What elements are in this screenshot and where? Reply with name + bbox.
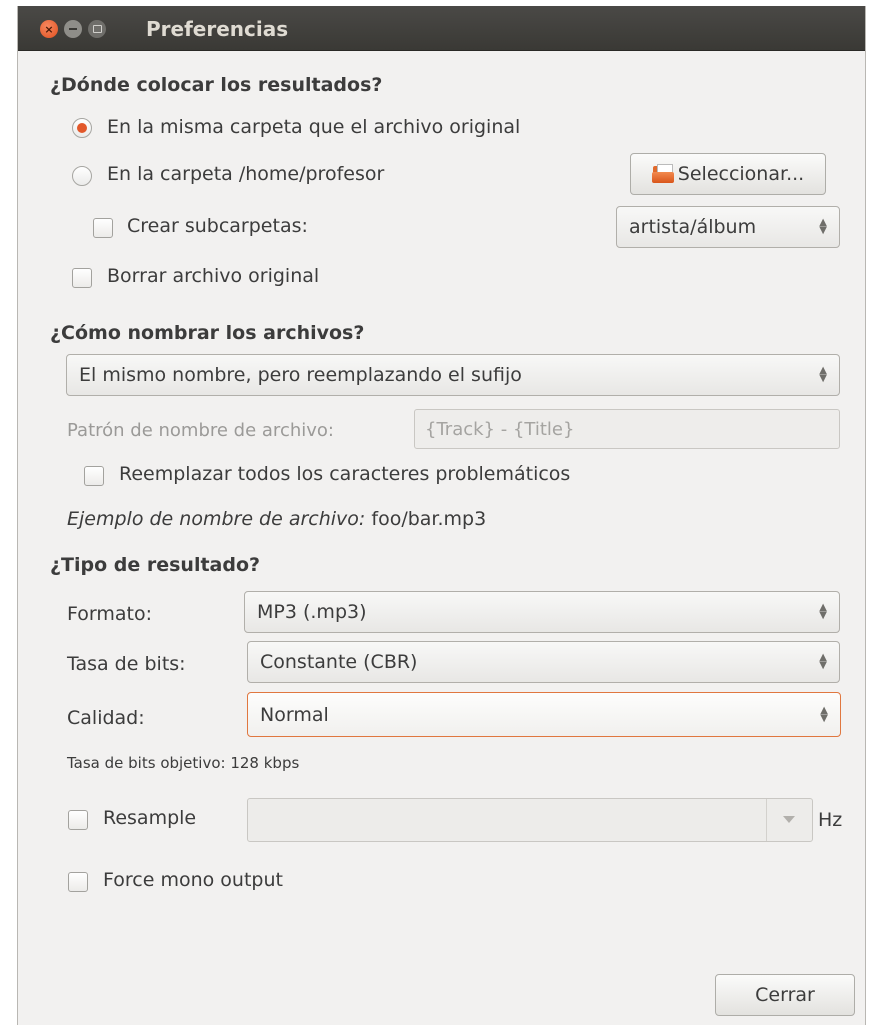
spin-arrows-icon: ▲ ▼ <box>819 365 827 384</box>
maximize-window-button[interactable] <box>88 20 106 38</box>
select-folder-label: Seleccionar... <box>677 163 805 185</box>
radio-same-folder-label[interactable]: En la misma carpeta que el archivo origi… <box>107 116 520 138</box>
subfolder-pattern-value: artista/álbum <box>629 216 757 238</box>
naming-method-select[interactable]: El mismo nombre, pero reemplazando el su… <box>66 354 840 396</box>
replace-chars-checkbox[interactable] <box>84 466 104 486</box>
spin-arrows-icon: ▲ ▼ <box>819 217 827 236</box>
spin-arrows-icon: ▲ ▼ <box>820 704 828 724</box>
force-mono-checkbox[interactable] <box>68 872 88 892</box>
quality-select[interactable]: Normal ▲ ▼ <box>247 692 841 737</box>
naming-method-value: El mismo nombre, pero reemplazando el su… <box>79 364 522 386</box>
dropdown-arrow-icon[interactable] <box>783 816 795 823</box>
radio-custom-folder-label[interactable]: En la carpeta /home/profesor <box>107 163 384 185</box>
format-label: Formato: <box>67 603 152 625</box>
example-label: Ejemplo de nombre de archivo: <box>67 508 366 530</box>
format-select[interactable]: MP3 (.mp3) ▲ ▼ <box>244 591 840 633</box>
radio-same-folder[interactable] <box>72 118 92 138</box>
force-mono-label[interactable]: Force mono output <box>103 869 283 891</box>
close-icon: × <box>44 22 54 36</box>
subfolder-pattern-select[interactable]: artista/álbum ▲ ▼ <box>616 206 840 248</box>
create-subfolders-checkbox[interactable] <box>93 218 113 238</box>
close-button[interactable]: Cerrar <box>715 974 855 1016</box>
hz-unit-label: Hz <box>818 809 843 831</box>
quality-value: Normal <box>260 703 329 726</box>
quality-label: Calidad: <box>67 707 145 729</box>
maximize-icon <box>92 25 102 33</box>
delete-original-label[interactable]: Borrar archivo original <box>107 265 319 287</box>
example-filename: Ejemplo de nombre de archivo: foo/bar.mp… <box>67 508 486 530</box>
bitrate-label: Tasa de bits: <box>67 653 186 675</box>
resample-checkbox[interactable] <box>68 810 88 830</box>
spin-arrows-icon: ▲ ▼ <box>819 652 827 671</box>
delete-original-checkbox[interactable] <box>72 268 92 288</box>
resample-rate-combo[interactable] <box>247 798 813 842</box>
close-window-button[interactable]: × <box>40 20 58 38</box>
preferences-window: × Preferencias ¿Dónde colocar los result… <box>17 6 866 1025</box>
folder-icon <box>651 164 676 184</box>
title-bar: × Preferencias <box>18 6 865 51</box>
example-value: foo/bar.mp3 <box>371 508 487 530</box>
replace-chars-label[interactable]: Reemplazar todos los caracteres problemá… <box>119 463 570 485</box>
spin-arrows-icon: ▲ ▼ <box>819 602 827 621</box>
minimize-icon <box>69 28 77 30</box>
radio-custom-folder[interactable] <box>72 166 92 186</box>
window-title: Preferencias <box>146 17 289 41</box>
bitrate-select[interactable]: Constante (CBR) ▲ ▼ <box>247 641 840 683</box>
where-heading: ¿Dónde colocar los resultados? <box>50 74 383 96</box>
pattern-label: Patrón de nombre de archivo: <box>67 420 334 441</box>
minimize-window-button[interactable] <box>64 20 82 38</box>
output-heading: ¿Tipo de resultado? <box>50 554 261 576</box>
format-value: MP3 (.mp3) <box>257 601 367 623</box>
pattern-input[interactable]: {Track} - {Title} <box>414 409 840 449</box>
naming-heading: ¿Cómo nombrar los archivos? <box>50 322 365 344</box>
bitrate-value: Constante (CBR) <box>260 651 418 673</box>
target-bitrate-text: Tasa de bits objetivo: 128 kbps <box>67 754 300 772</box>
create-subfolders-label[interactable]: Crear subcarpetas: <box>127 215 308 237</box>
resample-label[interactable]: Resample <box>103 807 196 829</box>
select-folder-button[interactable]: Seleccionar... <box>630 153 826 195</box>
